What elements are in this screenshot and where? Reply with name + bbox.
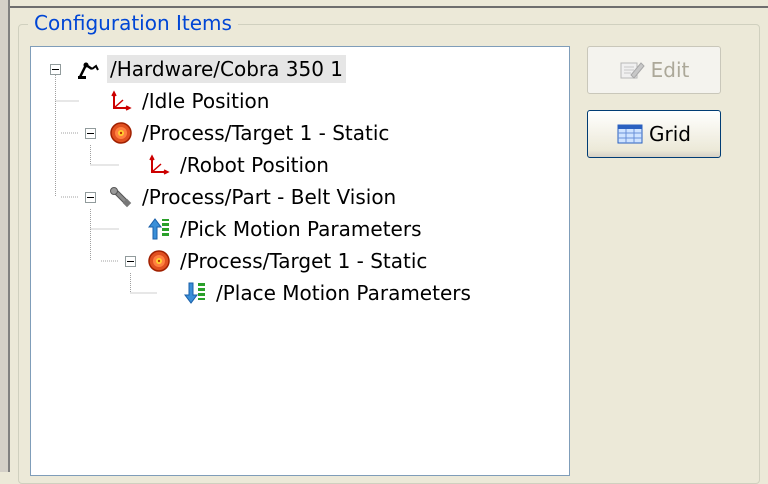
collapse-toggle-belt-vision[interactable] bbox=[85, 192, 96, 203]
collapse-toggle-root[interactable] bbox=[50, 64, 61, 75]
robot-arm-icon bbox=[77, 57, 101, 81]
window-left-border bbox=[0, 0, 10, 472]
coordinate-axes-icon bbox=[147, 153, 171, 177]
collapse-toggle-target-1[interactable] bbox=[85, 128, 96, 139]
wrench-icon bbox=[109, 185, 133, 209]
tree-node-label: /Robot Position bbox=[180, 153, 329, 177]
tree-node-label: /Place Motion Parameters bbox=[216, 281, 471, 305]
configuration-tree[interactable]: /Hardware/Cobra 350 1 /Idle Position /Pr… bbox=[30, 46, 570, 476]
tree-node-hardware-cobra[interactable]: /Hardware/Cobra 350 1 bbox=[77, 53, 347, 85]
tree-node-label: /Hardware/Cobra 350 1 bbox=[107, 55, 347, 83]
collapse-toggle-target-2[interactable] bbox=[125, 256, 136, 267]
target-icon bbox=[109, 121, 133, 145]
edit-button-label: Edit bbox=[650, 58, 690, 82]
pick-motion-icon bbox=[147, 217, 171, 241]
grid-button[interactable]: Grid bbox=[587, 110, 721, 158]
groupbox-title: Configuration Items bbox=[28, 10, 238, 36]
tree-node-part-belt-vision[interactable]: /Process/Part - Belt Vision bbox=[109, 181, 399, 213]
tree-node-label: /Process/Part - Belt Vision bbox=[142, 185, 397, 209]
tree-node-target-1-static-2[interactable]: /Process/Target 1 - Static bbox=[147, 245, 430, 277]
coordinate-axes-icon bbox=[109, 89, 133, 113]
tree-node-label: /Idle Position bbox=[142, 89, 270, 113]
tree-node-label: /Pick Motion Parameters bbox=[180, 217, 422, 241]
target-icon bbox=[147, 249, 171, 273]
tree-node-idle-position[interactable]: /Idle Position bbox=[109, 85, 272, 117]
tree-node-label: /Process/Target 1 - Static bbox=[142, 121, 390, 145]
tree-node-target-1-static[interactable]: /Process/Target 1 - Static bbox=[109, 117, 392, 149]
grid-button-label: Grid bbox=[649, 122, 691, 146]
window-top-border bbox=[10, 0, 768, 8]
tree-node-robot-position[interactable]: /Robot Position bbox=[147, 149, 332, 181]
tree-node-pick-motion-parameters[interactable]: /Pick Motion Parameters bbox=[147, 213, 424, 245]
place-motion-icon bbox=[183, 281, 207, 305]
edit-icon bbox=[619, 59, 645, 81]
grid-icon bbox=[617, 123, 643, 145]
edit-button[interactable]: Edit bbox=[587, 46, 721, 94]
tree-node-label: /Process/Target 1 - Static bbox=[180, 249, 428, 273]
tree-node-place-motion-parameters[interactable]: /Place Motion Parameters bbox=[183, 277, 474, 309]
